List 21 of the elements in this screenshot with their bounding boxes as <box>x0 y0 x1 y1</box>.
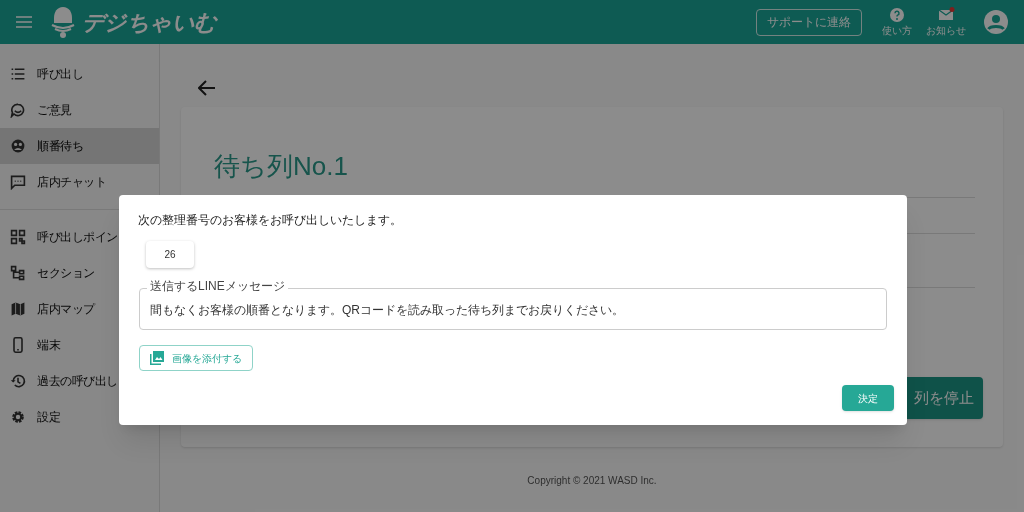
help-icon <box>888 7 906 23</box>
settings-icon <box>10 409 26 425</box>
history-icon <box>10 373 26 389</box>
confirm-button[interactable]: 決定 <box>842 385 894 411</box>
photo-library-icon <box>150 351 164 365</box>
back-arrow-icon[interactable] <box>198 80 216 96</box>
queue-title: 待ち列No.1 <box>214 150 348 183</box>
account-icon[interactable] <box>984 10 1008 34</box>
logo-text: デジちゃいむ <box>82 8 217 37</box>
chat-icon <box>10 174 26 190</box>
copyright-text: Copyright © 2021 WASD Inc. <box>526 474 658 488</box>
phone-icon <box>10 337 26 353</box>
sidebar-item[interactable]: 順番待ち <box>0 128 159 164</box>
attach-image-button[interactable]: 画像を添付する <box>139 345 253 371</box>
qr-code-icon <box>10 229 26 245</box>
map-icon <box>10 301 26 317</box>
smiling-bubble-icon <box>10 102 26 118</box>
tree-icon <box>10 265 26 281</box>
menu-icon[interactable] <box>16 16 32 28</box>
field-label: 送信するLINEメッセージ <box>147 279 288 294</box>
list-icon <box>10 66 26 82</box>
